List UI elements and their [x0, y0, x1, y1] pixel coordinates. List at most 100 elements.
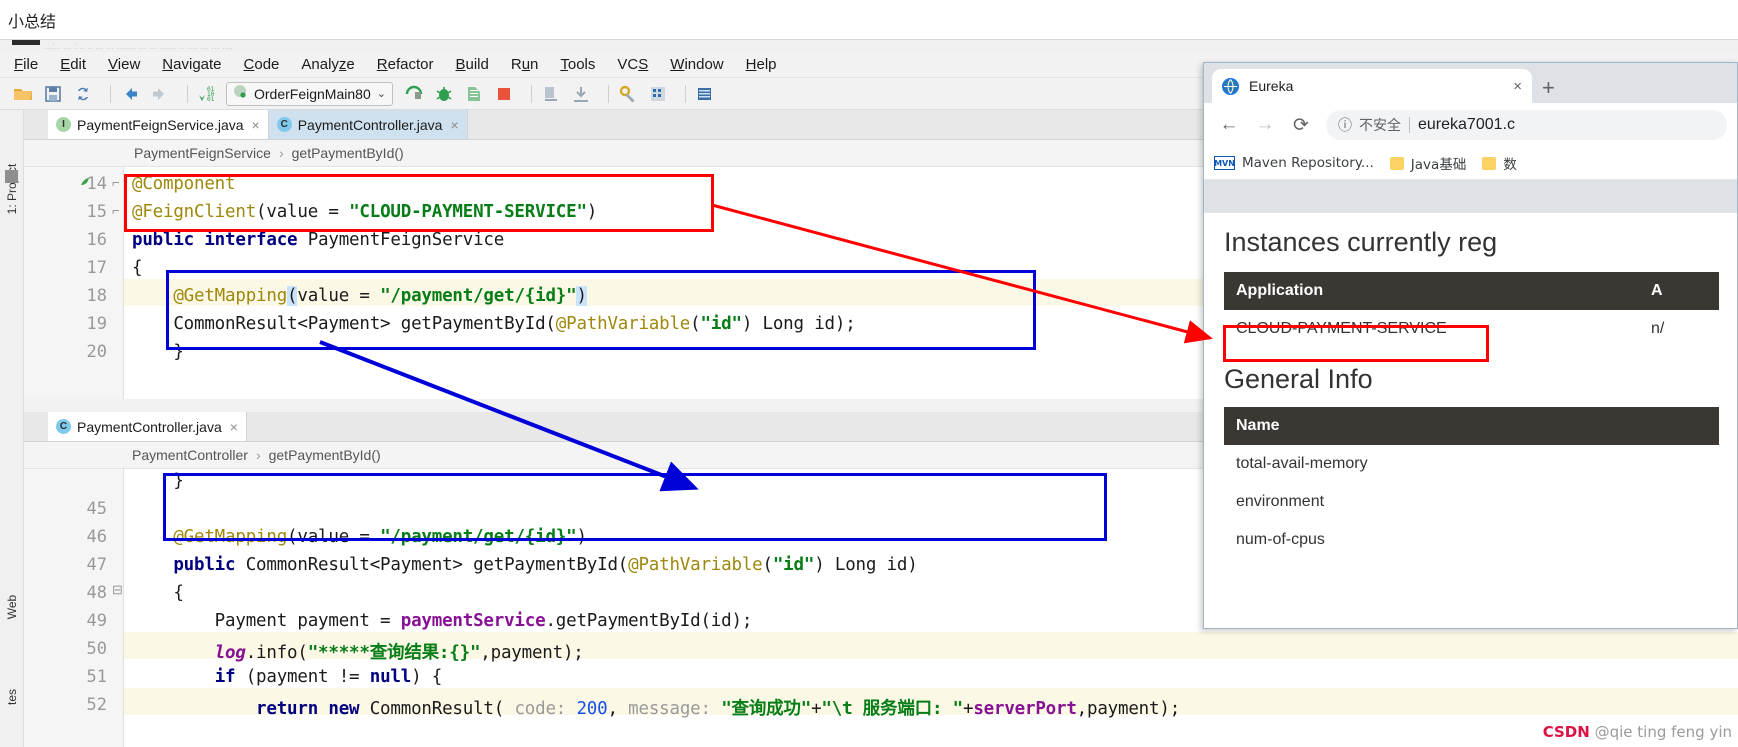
red-highlight-box-feign-client — [124, 174, 714, 232]
bookmark-java-basics[interactable]: Java基础 — [1389, 153, 1466, 173]
browser-tab-eureka[interactable]: Eureka × — [1212, 69, 1532, 103]
security-label: 不安全 — [1359, 118, 1401, 134]
address-bar-url[interactable]: eureka7001.c — [1418, 116, 1515, 134]
menu-item-build[interactable]: Build — [455, 56, 488, 73]
close-icon[interactable]: × — [450, 117, 458, 133]
left-tool-window-strip[interactable]: 1: Project Web tes — [0, 110, 24, 747]
column-header-application: Application — [1236, 282, 1324, 299]
menu-item-window[interactable]: Window — [670, 56, 723, 73]
globe-icon — [1222, 77, 1239, 95]
cell-ami: n/ — [1651, 320, 1665, 337]
back-icon[interactable]: ← — [1214, 110, 1244, 140]
menu-item-navigate[interactable]: Navigate — [162, 56, 221, 73]
code-line-52[interactable]: return new CommonResult( code: 200, mess… — [132, 695, 1180, 720]
toolbar-separator-2 — [187, 84, 188, 103]
reload-icon[interactable]: ⟳ — [1286, 110, 1316, 140]
chevron-down-icon[interactable]: ⌄ — [377, 87, 386, 100]
code-line-51[interactable]: if (payment != null) { — [132, 667, 443, 687]
sidebar-item-project[interactable]: 1: Project — [5, 159, 19, 219]
menu-item-analyze[interactable]: Analyze — [301, 56, 354, 73]
tab-label: PaymentController.java — [77, 418, 222, 435]
project-structure-icon[interactable] — [647, 83, 669, 105]
browser-tab-bar[interactable]: Eureka × + — [1204, 63, 1737, 103]
general-info-table-header: Name — [1224, 407, 1719, 445]
code-line-50[interactable]: log.info("*****查询结果:{}",payment); — [132, 639, 584, 664]
watermark-user: @qie ting feng yin — [1594, 723, 1732, 741]
tab-payment-controller-top[interactable]: C PaymentController.java × — [268, 110, 468, 139]
toolbar-separator-3 — [530, 84, 532, 103]
editor-a-gutter[interactable]: 14 15 16 17 18 19 20 ⌐ ⌐ — [24, 167, 124, 399]
open-folder-icon[interactable] — [12, 83, 34, 105]
line-number: 19 — [86, 314, 107, 334]
tab-label: PaymentFeignService.java — [77, 116, 244, 133]
menu-item-tools[interactable]: Tools — [560, 56, 595, 73]
close-icon[interactable]: × — [230, 419, 238, 435]
breadcrumb-method[interactable]: getPaymentById() — [269, 447, 381, 463]
tab-payment-controller[interactable]: C PaymentController.java × — [48, 412, 247, 441]
menu-item-refactor[interactable]: Refactor — [377, 56, 434, 73]
page-note-bar: 小总结 — [0, 0, 1738, 40]
menu-item-code[interactable]: Code — [244, 56, 280, 73]
toggle-bookmarks-icon[interactable]: 01 10 01 — [196, 83, 218, 105]
editor-b-gutter[interactable]: 45 46 47 48 49 50 51 52 ⊟ — [24, 469, 124, 747]
address-bar[interactable]: ⓘ 不安全 eureka7001.c — [1326, 110, 1727, 140]
screenshot-root: 小总结 ...:.. ... :... .. ... ... ....... .… — [0, 0, 1738, 747]
database-icon[interactable] — [694, 83, 716, 105]
bookmark-shu[interactable]: 数 — [1482, 153, 1517, 173]
profile-icon[interactable] — [540, 83, 562, 105]
back-icon[interactable] — [119, 83, 141, 105]
browser-nav-bar[interactable]: ← → ⟳ ⓘ 不安全 eureka7001.c — [1204, 103, 1737, 147]
close-icon[interactable]: × — [1513, 78, 1522, 95]
instances-table-header: Application A — [1224, 272, 1719, 310]
fold-marker-icon[interactable]: ⊟ — [112, 582, 123, 598]
eureka-page-content: Instances currently reg Application A CL… — [1204, 213, 1737, 628]
stop-icon[interactable] — [493, 83, 515, 105]
code-line-47[interactable]: public CommonResult<Payment> getPaymentB… — [132, 555, 917, 575]
project-tool-icon[interactable] — [5, 170, 18, 183]
toolbar-separator-1 — [110, 84, 111, 103]
run-configuration-selector[interactable]: OrderFeignMain80 ⌄ — [226, 81, 393, 106]
breadcrumb-class[interactable]: PaymentFeignService — [134, 145, 271, 161]
site-info-icon[interactable]: ⓘ — [1338, 115, 1352, 135]
interface-badge-icon: I — [56, 117, 71, 132]
line-number: 49 — [86, 611, 107, 631]
code-line-17[interactable]: { — [132, 258, 143, 278]
bookmarks-bar[interactable]: MVN Maven Repository... Java基础 数 — [1204, 147, 1737, 180]
sidebar-item-tests[interactable]: tes — [5, 667, 19, 727]
breadcrumb-method[interactable]: getPaymentById() — [292, 145, 404, 161]
run-icon[interactable] — [403, 83, 425, 105]
bean-gutter-icon[interactable] — [78, 176, 92, 195]
table-row: total-avail-memory — [1224, 445, 1719, 483]
breadcrumb-class[interactable]: PaymentController — [132, 447, 248, 463]
settings-icon[interactable] — [617, 83, 639, 105]
forward-icon[interactable]: → — [1250, 110, 1280, 140]
menu-item-vcs[interactable]: VCS — [617, 56, 648, 73]
sidebar-item-web[interactable]: Web — [5, 577, 19, 637]
run-coverage-icon[interactable] — [463, 83, 485, 105]
save-all-icon[interactable] — [42, 83, 64, 105]
line-number: 18 — [86, 286, 107, 306]
sync-icon[interactable] — [72, 83, 94, 105]
browser-tab-title: Eureka — [1249, 78, 1294, 94]
code-line-48[interactable]: { — [132, 583, 184, 603]
memory-icon[interactable] — [570, 83, 592, 105]
menu-item-help[interactable]: Help — [746, 56, 777, 73]
menu-item-run[interactable]: Run — [511, 56, 539, 73]
close-icon[interactable]: × — [252, 117, 260, 133]
menu-item-file[interactable]: File — [14, 56, 38, 73]
watermark-brand: CSDN — [1542, 723, 1590, 741]
new-tab-button[interactable]: + — [1542, 75, 1555, 101]
menu-item-view[interactable]: View — [108, 56, 140, 73]
debug-icon[interactable] — [433, 83, 455, 105]
forward-icon[interactable] — [149, 83, 171, 105]
general-info-heading: General Info — [1224, 364, 1373, 394]
bookmark-maven-repository[interactable]: MVN Maven Repository... — [1214, 155, 1374, 171]
code-line-16[interactable]: public interface PaymentFeignService — [132, 230, 504, 250]
menu-item-edit[interactable]: Edit — [60, 56, 86, 73]
fold-marker-icon[interactable]: ⌐ — [112, 175, 120, 190]
class-badge-icon: C — [56, 419, 71, 434]
tab-payment-feign-service[interactable]: I PaymentFeignService.java × — [48, 110, 269, 139]
line-number: 47 — [86, 555, 107, 575]
code-line-49[interactable]: Payment payment = paymentService.getPaym… — [132, 611, 753, 631]
fold-marker-icon[interactable]: ⌐ — [112, 203, 120, 218]
